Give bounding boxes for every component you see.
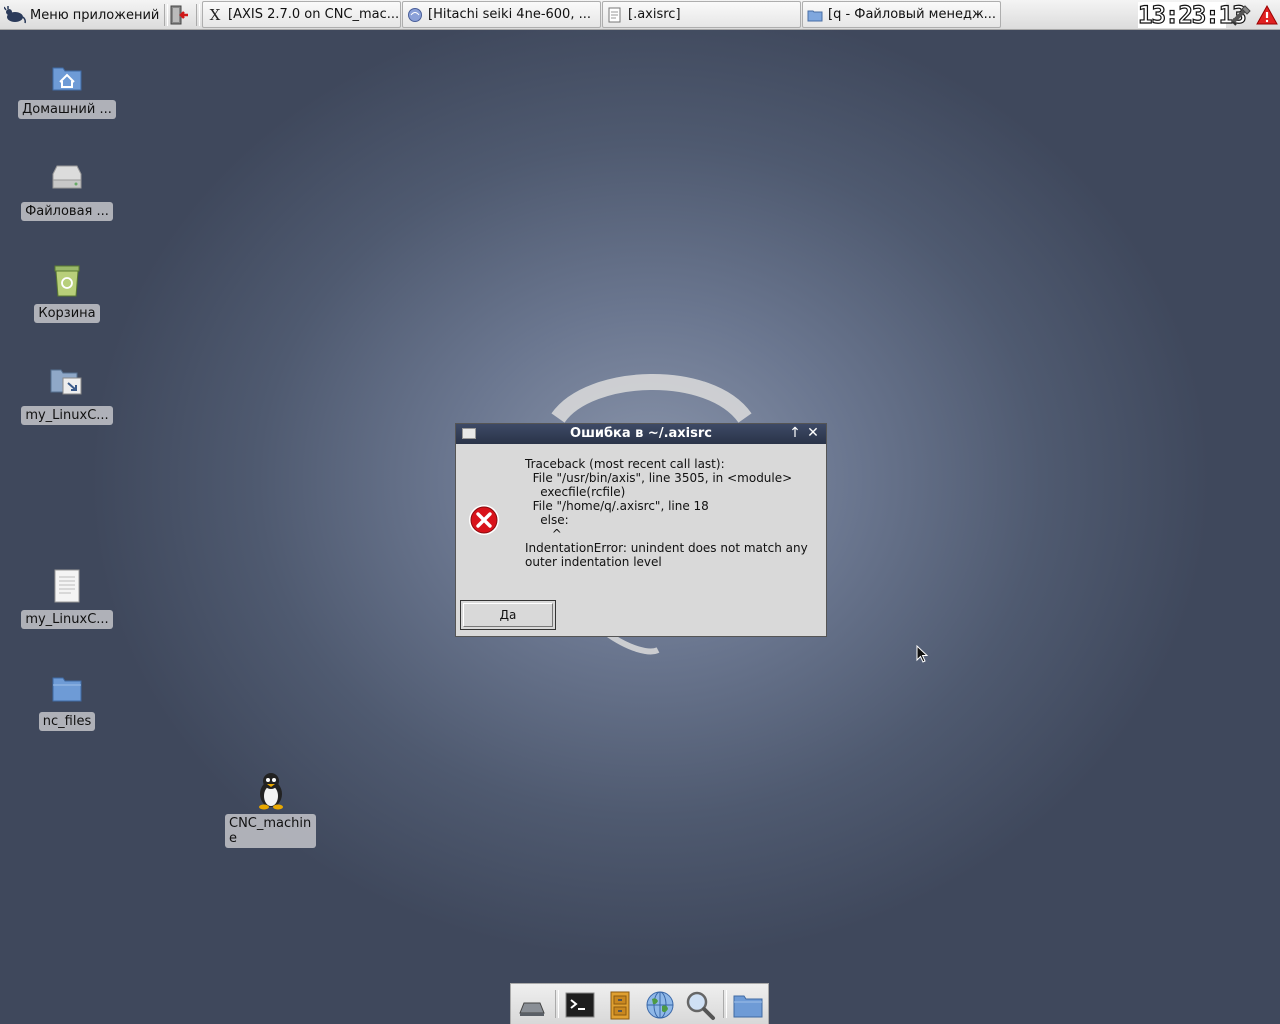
desktop-icon-label: CNC_machine [225,814,316,848]
home-folder-icon [52,67,82,91]
drive-icon [52,165,82,189]
desktop-icon-label: Домашний ... [18,100,116,119]
close-icon[interactable]: ✕ [805,425,821,441]
clock[interactable]: 13:23:13 [1137,1,1247,28]
bottom-dock [510,983,769,1024]
show-desktop-icon[interactable] [516,989,548,1021]
desktop-icon-label: my_LinuxC... [21,610,113,629]
desktop-icon-filesystem[interactable]: Файловая ... [18,158,116,221]
desktop-icon-trash[interactable]: Корзина [18,260,116,323]
taskbar-label: [.axisrc] [628,7,681,22]
xfce-mouse-icon [4,6,26,24]
taskbar-label: [q - Файловый менедж... [828,7,997,22]
logout-icon[interactable] [168,4,190,26]
desktop-icon-home[interactable]: Домашний ... [18,56,116,119]
desktop-icon-label: Файловая ... [21,202,113,221]
web-browser-icon[interactable] [644,989,676,1021]
desktop-icon-label: my_LinuxC... [21,406,113,425]
file-cabinet-icon[interactable] [604,989,636,1021]
text-file-icon [54,569,80,603]
desktop-icon-nc-files[interactable]: nc_files [18,668,116,731]
taskbar-button-editor[interactable]: [.axisrc] [602,1,801,28]
browser-icon [408,7,422,22]
dock-separator [555,990,559,1018]
applications-menu-label: Меню приложений [30,7,160,23]
desktop-icon-label: Корзина [34,304,100,323]
taskbar-label: [AXIS 2.7.0 on CNC_mac... [228,7,400,22]
mouse-cursor-icon [916,645,929,663]
desktop-icon-label: nc_files [38,712,96,731]
ok-button[interactable]: Да [460,600,556,630]
desktop-icon-linuxcnc-file[interactable]: my_LinuxC... [18,566,116,629]
terminal-icon[interactable] [564,989,596,1021]
text-editor-icon [608,7,621,22]
folder-icon[interactable] [732,989,764,1021]
network-icon[interactable] [1230,4,1252,26]
folder-link-icon [50,369,82,395]
linuxcnc-icon [258,773,283,810]
error-message: Traceback (most recent call last): File … [525,457,808,569]
taskbar-button-axis[interactable]: X [AXIS 2.7.0 on CNC_mac... [202,1,401,28]
folder-icon [52,677,82,702]
desktop-icon-cnc-machine[interactable]: CNC_machine [225,770,316,848]
error-icon [469,505,499,535]
warning-icon[interactable] [1256,4,1278,26]
x-icon: X [209,5,221,24]
dialog-title: Ошибка в ~/.axisrc [570,426,712,441]
desktop-icon-linuxcnc-link[interactable]: my_LinuxC... [18,362,116,425]
top-panel: Меню приложений X [AXIS 2.7.0 on CNC_mac… [0,0,1280,30]
ok-button-label: Да [463,603,553,627]
maximize-icon[interactable]: ↑ [787,425,803,441]
taskbar-button-browser[interactable]: [Hitachi seiki 4ne-600, ... [402,1,601,28]
taskbar-button-file-manager[interactable]: [q - Файловый менедж... [802,1,1001,28]
panel-separator [196,4,200,26]
dialog-titlebar[interactable]: Ошибка в ~/.axisrc ↑ ✕ [456,424,826,444]
folder-icon [807,10,823,21]
applications-menu-button[interactable]: Меню приложений [4,2,159,28]
taskbar-label: [Hitachi seiki 4ne-600, ... [428,7,591,22]
trash-icon [54,265,80,297]
dock-separator [723,990,727,1018]
error-dialog: Ошибка в ~/.axisrc ↑ ✕ Traceback (most r… [455,423,827,637]
search-icon[interactable] [684,989,716,1021]
